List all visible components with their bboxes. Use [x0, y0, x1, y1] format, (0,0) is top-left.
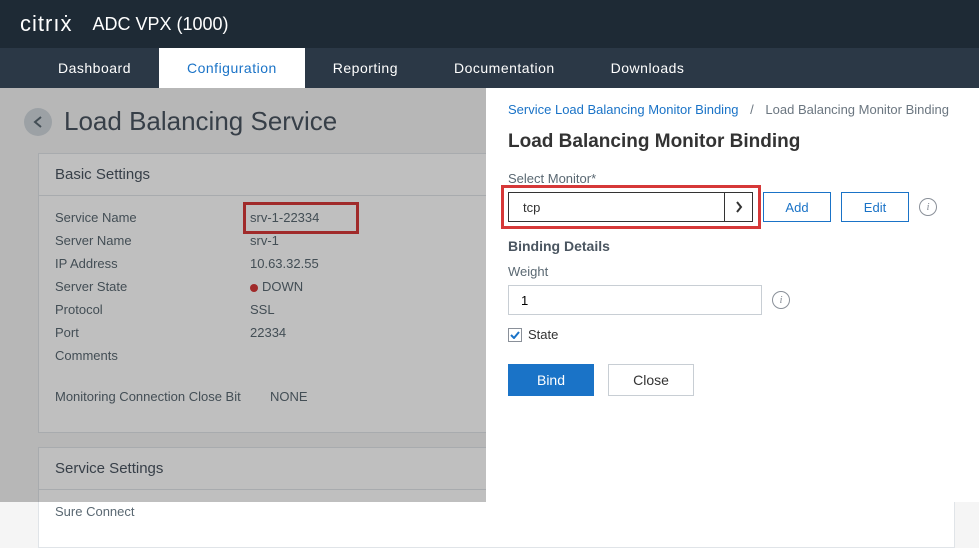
nav-configuration[interactable]: Configuration [159, 48, 305, 88]
top-bar: citrıẋ ADC VPX (1000) [0, 0, 979, 48]
sure-connect-label: Sure Connect [55, 504, 250, 519]
breadcrumb-current: Load Balancing Monitor Binding [765, 102, 949, 117]
nav-reporting[interactable]: Reporting [305, 48, 426, 88]
info-icon[interactable]: i [772, 291, 790, 309]
chevron-right-icon [724, 193, 752, 221]
modal-overlay [0, 88, 486, 502]
edit-button[interactable]: Edit [841, 192, 909, 222]
state-label: State [528, 327, 558, 342]
select-monitor-dropdown[interactable]: tcp [508, 192, 753, 222]
select-monitor-label: Select Monitor* [508, 171, 957, 186]
breadcrumb-parent[interactable]: Service Load Balancing Monitor Binding [508, 102, 739, 117]
weight-input[interactable] [508, 285, 762, 315]
product-name: ADC VPX (1000) [92, 14, 228, 35]
close-button[interactable]: Close [608, 364, 694, 396]
state-checkbox[interactable] [508, 328, 522, 342]
binding-panel: Service Load Balancing Monitor Binding /… [486, 88, 979, 502]
panel-title: Load Balancing Monitor Binding [508, 131, 957, 153]
main-nav: Dashboard Configuration Reporting Docume… [0, 48, 979, 88]
nav-documentation[interactable]: Documentation [426, 48, 583, 88]
add-button[interactable]: Add [763, 192, 831, 222]
info-icon[interactable]: i [919, 198, 937, 216]
select-monitor-value: tcp [509, 200, 724, 215]
weight-label: Weight [508, 264, 957, 279]
nav-dashboard[interactable]: Dashboard [30, 48, 159, 88]
breadcrumb-separator: / [750, 102, 754, 117]
brand-logo: citrıẋ [20, 11, 72, 37]
binding-details-header: Binding Details [508, 238, 957, 254]
nav-downloads[interactable]: Downloads [583, 48, 713, 88]
bind-button[interactable]: Bind [508, 364, 594, 396]
breadcrumb: Service Load Balancing Monitor Binding /… [508, 102, 957, 117]
